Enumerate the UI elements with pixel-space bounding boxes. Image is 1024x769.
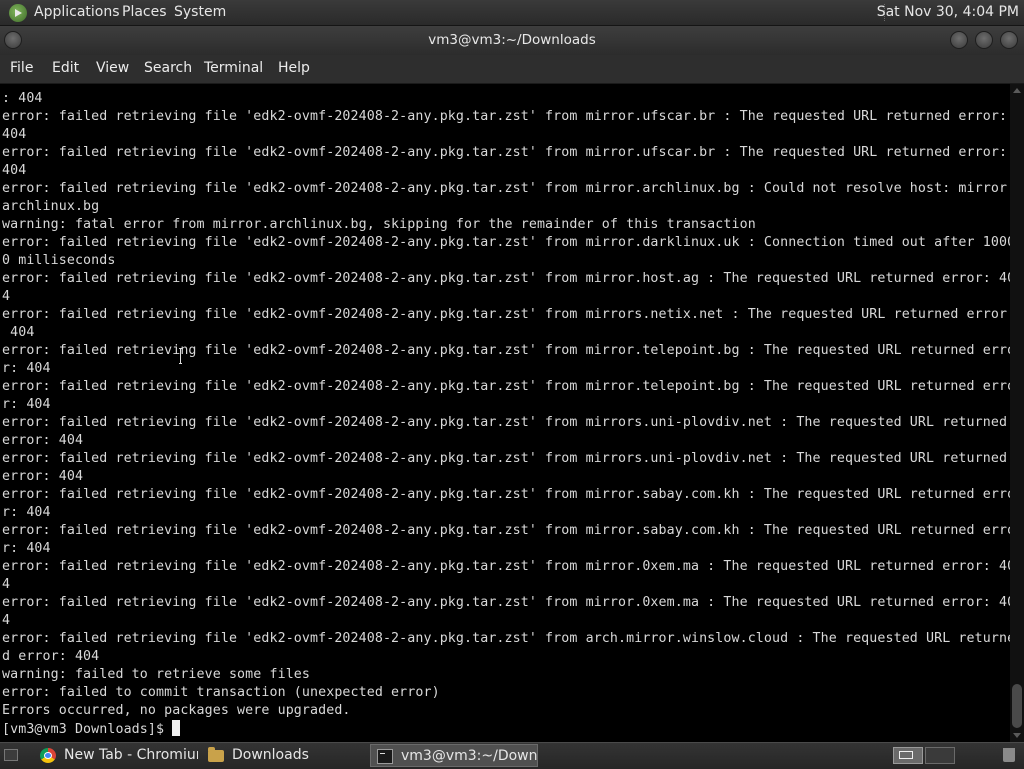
task-chromium[interactable]: New Tab - Chromium [34, 744, 198, 767]
chromium-icon [40, 748, 56, 763]
scrollbar-thumb[interactable] [1012, 684, 1022, 728]
top-panel: Applications Places System Sat Nov 30, 4… [0, 0, 1024, 26]
terminal-line: error: failed retrieving file 'edk2-ovmf… [2, 307, 1010, 322]
task-label: Downloads [232, 747, 309, 763]
terminal-line: error: failed retrieving file 'edk2-ovmf… [2, 109, 1008, 124]
terminal-line: error: failed retrieving file 'edk2-ovmf… [2, 631, 1010, 646]
maximize-button[interactable] [975, 31, 993, 49]
terminal-line: error: failed retrieving file 'edk2-ovmf… [2, 271, 1010, 286]
terminal-line: error: failed retrieving file 'edk2-ovmf… [2, 451, 1008, 466]
terminal-window: vm3@vm3:~/Downloads File Edit View Searc… [0, 26, 1024, 742]
prompt-text: [vm3@vm3 Downloads]$ [2, 722, 173, 737]
terminal-line: 4 [2, 289, 11, 304]
terminal-line: error: 404 [2, 433, 84, 448]
shell-prompt[interactable]: [vm3@vm3 Downloads]$ [2, 720, 181, 738]
terminal-line: warning: fatal error from mirror.archlin… [2, 217, 756, 232]
terminal-line: archlinux.bg [2, 199, 100, 214]
terminal-line: error: failed retrieving file 'edk2-ovmf… [2, 379, 1010, 394]
menubar: File Edit View Search Terminal Help [0, 55, 1024, 84]
trash-icon[interactable] [1003, 748, 1015, 762]
terminal-line: 4 [2, 577, 11, 592]
terminal-line: error: failed retrieving file 'edk2-ovmf… [2, 145, 1008, 160]
terminal-cursor [172, 720, 181, 736]
menu-terminal[interactable]: Terminal [204, 60, 263, 76]
terminal-line: error: failed retrieving file 'edk2-ovmf… [2, 559, 1010, 574]
menu-places[interactable]: Places [122, 4, 167, 20]
scroll-down-arrow-icon[interactable] [1013, 733, 1021, 738]
terminal-line: error: failed to commit transaction (une… [2, 685, 440, 700]
terminal-line: 4 [2, 613, 11, 628]
folder-icon [208, 747, 224, 762]
terminal-line: 404 [2, 163, 27, 178]
terminal-line: 0 milliseconds [2, 253, 116, 268]
terminal-line: r: 404 [2, 505, 51, 520]
menu-search[interactable]: Search [144, 60, 192, 76]
workspace-2-button[interactable] [925, 747, 955, 764]
terminal-line: 404 [2, 127, 27, 142]
terminal-line: error: failed retrieving file 'edk2-ovmf… [2, 523, 1010, 538]
task-label: vm3@vm3:~/Downl... [401, 748, 538, 764]
terminal-line: error: 404 [2, 469, 84, 484]
bottom-panel: New Tab - Chromium Downloads vm3@vm3:~/D… [0, 742, 1024, 769]
terminal-line: r: 404 [2, 541, 51, 556]
terminal-line: error: failed retrieving file 'edk2-ovmf… [2, 235, 1010, 250]
minimize-button[interactable] [950, 31, 968, 49]
terminal-icon [377, 749, 393, 764]
terminal-line: 404 [2, 325, 35, 340]
terminal-line: : 404 [2, 91, 43, 106]
terminal-line: error: failed retrieving file 'edk2-ovmf… [2, 181, 1010, 196]
applications-logo-icon[interactable] [9, 4, 27, 22]
scroll-up-arrow-icon[interactable] [1013, 88, 1021, 93]
show-desktop-icon[interactable] [4, 749, 18, 761]
terminal-line: warning: failed to retrieve some files [2, 667, 311, 682]
terminal-output[interactable]: : 404 error: failed retrieving file 'edk2… [0, 84, 1010, 742]
workspace-1-button[interactable] [893, 747, 923, 764]
terminal-line: error: failed retrieving file 'edk2-ovmf… [2, 415, 1008, 430]
terminal-line: Errors occurred, no packages were upgrad… [2, 703, 351, 718]
task-label: New Tab - Chromium [64, 747, 198, 763]
close-button[interactable] [1000, 31, 1018, 49]
scrollbar[interactable] [1010, 84, 1024, 742]
terminal-line: r: 404 [2, 361, 51, 376]
menu-edit[interactable]: Edit [52, 60, 79, 76]
menu-view[interactable]: View [96, 60, 129, 76]
clock[interactable]: Sat Nov 30, 4:04 PM [877, 4, 1019, 20]
task-terminal[interactable]: vm3@vm3:~/Downl... [370, 744, 538, 767]
window-titlebar[interactable]: vm3@vm3:~/Downloads [0, 26, 1024, 55]
task-downloads[interactable]: Downloads [202, 744, 368, 767]
text-cursor-ibeam-icon [179, 348, 182, 364]
menu-system[interactable]: System [174, 4, 226, 20]
terminal-line: r: 404 [2, 397, 51, 412]
menu-file[interactable]: File [10, 60, 33, 76]
menu-help[interactable]: Help [278, 60, 310, 76]
terminal-line: error: failed retrieving file 'edk2-ovmf… [2, 487, 1010, 502]
terminal-line: d error: 404 [2, 649, 100, 664]
terminal-line: error: failed retrieving file 'edk2-ovmf… [2, 595, 1010, 610]
menu-applications[interactable]: Applications [34, 4, 120, 20]
terminal-line: error: failed retrieving file 'edk2-ovmf… [2, 343, 1010, 358]
window-title: vm3@vm3:~/Downloads [428, 32, 596, 48]
